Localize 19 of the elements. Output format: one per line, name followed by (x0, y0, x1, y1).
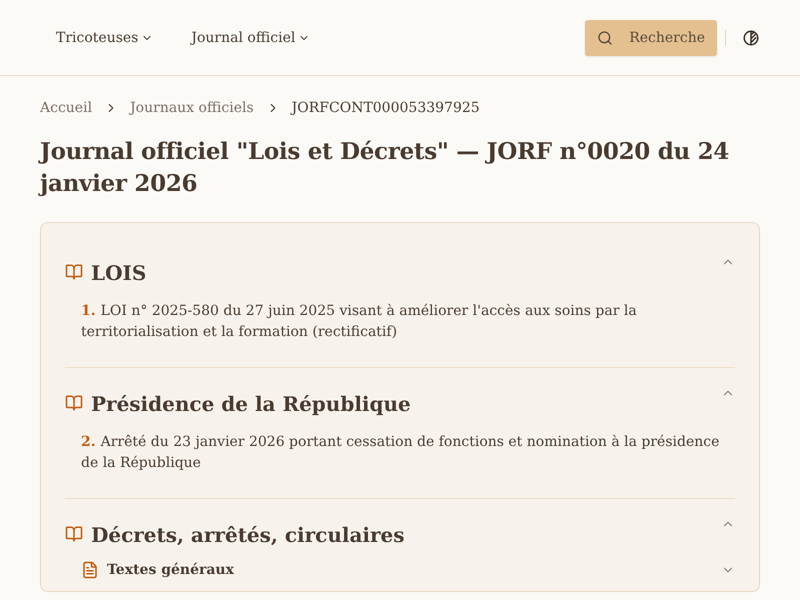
document-icon (81, 561, 99, 579)
search-button[interactable]: Recherche (585, 20, 717, 56)
section-title[interactable]: Décrets, arrêtés, circulaires (91, 521, 713, 549)
subsection-title[interactable]: Textes généraux (107, 562, 713, 578)
book-icon (65, 394, 83, 412)
nav-menu[interactable]: Journal officiel (191, 30, 310, 46)
document-link[interactable]: 1. LOI n° 2025-580 du 27 juin 2025 visant à améliorer l'accès aux soins par la territorialisation et la formation (rectificatif) (81, 301, 735, 343)
page-title: Journal officiel "Lois et Décrets" — JORF n°0020 du 24 janvier 2026 (40, 137, 730, 199)
section-title[interactable]: LOIS (91, 259, 713, 287)
book-icon (65, 263, 83, 281)
breadcrumb-link[interactable]: JORFCONT000053397925 (292, 100, 480, 116)
book-icon (65, 525, 83, 543)
document-link[interactable]: 2. Arrêté du 23 janvier 2026 portant cessation de fonctions et nomination à la présidence de la République (81, 432, 735, 474)
contrast-icon[interactable] (742, 28, 760, 46)
nav-menu[interactable]: Tricoteuses (56, 30, 154, 46)
breadcrumb-link[interactable]: Journaux officiels (130, 100, 254, 116)
breadcrumb-link[interactable]: Accueil (40, 100, 92, 116)
section-title[interactable]: Présidence de la République (91, 390, 713, 418)
search-icon (597, 30, 614, 46)
